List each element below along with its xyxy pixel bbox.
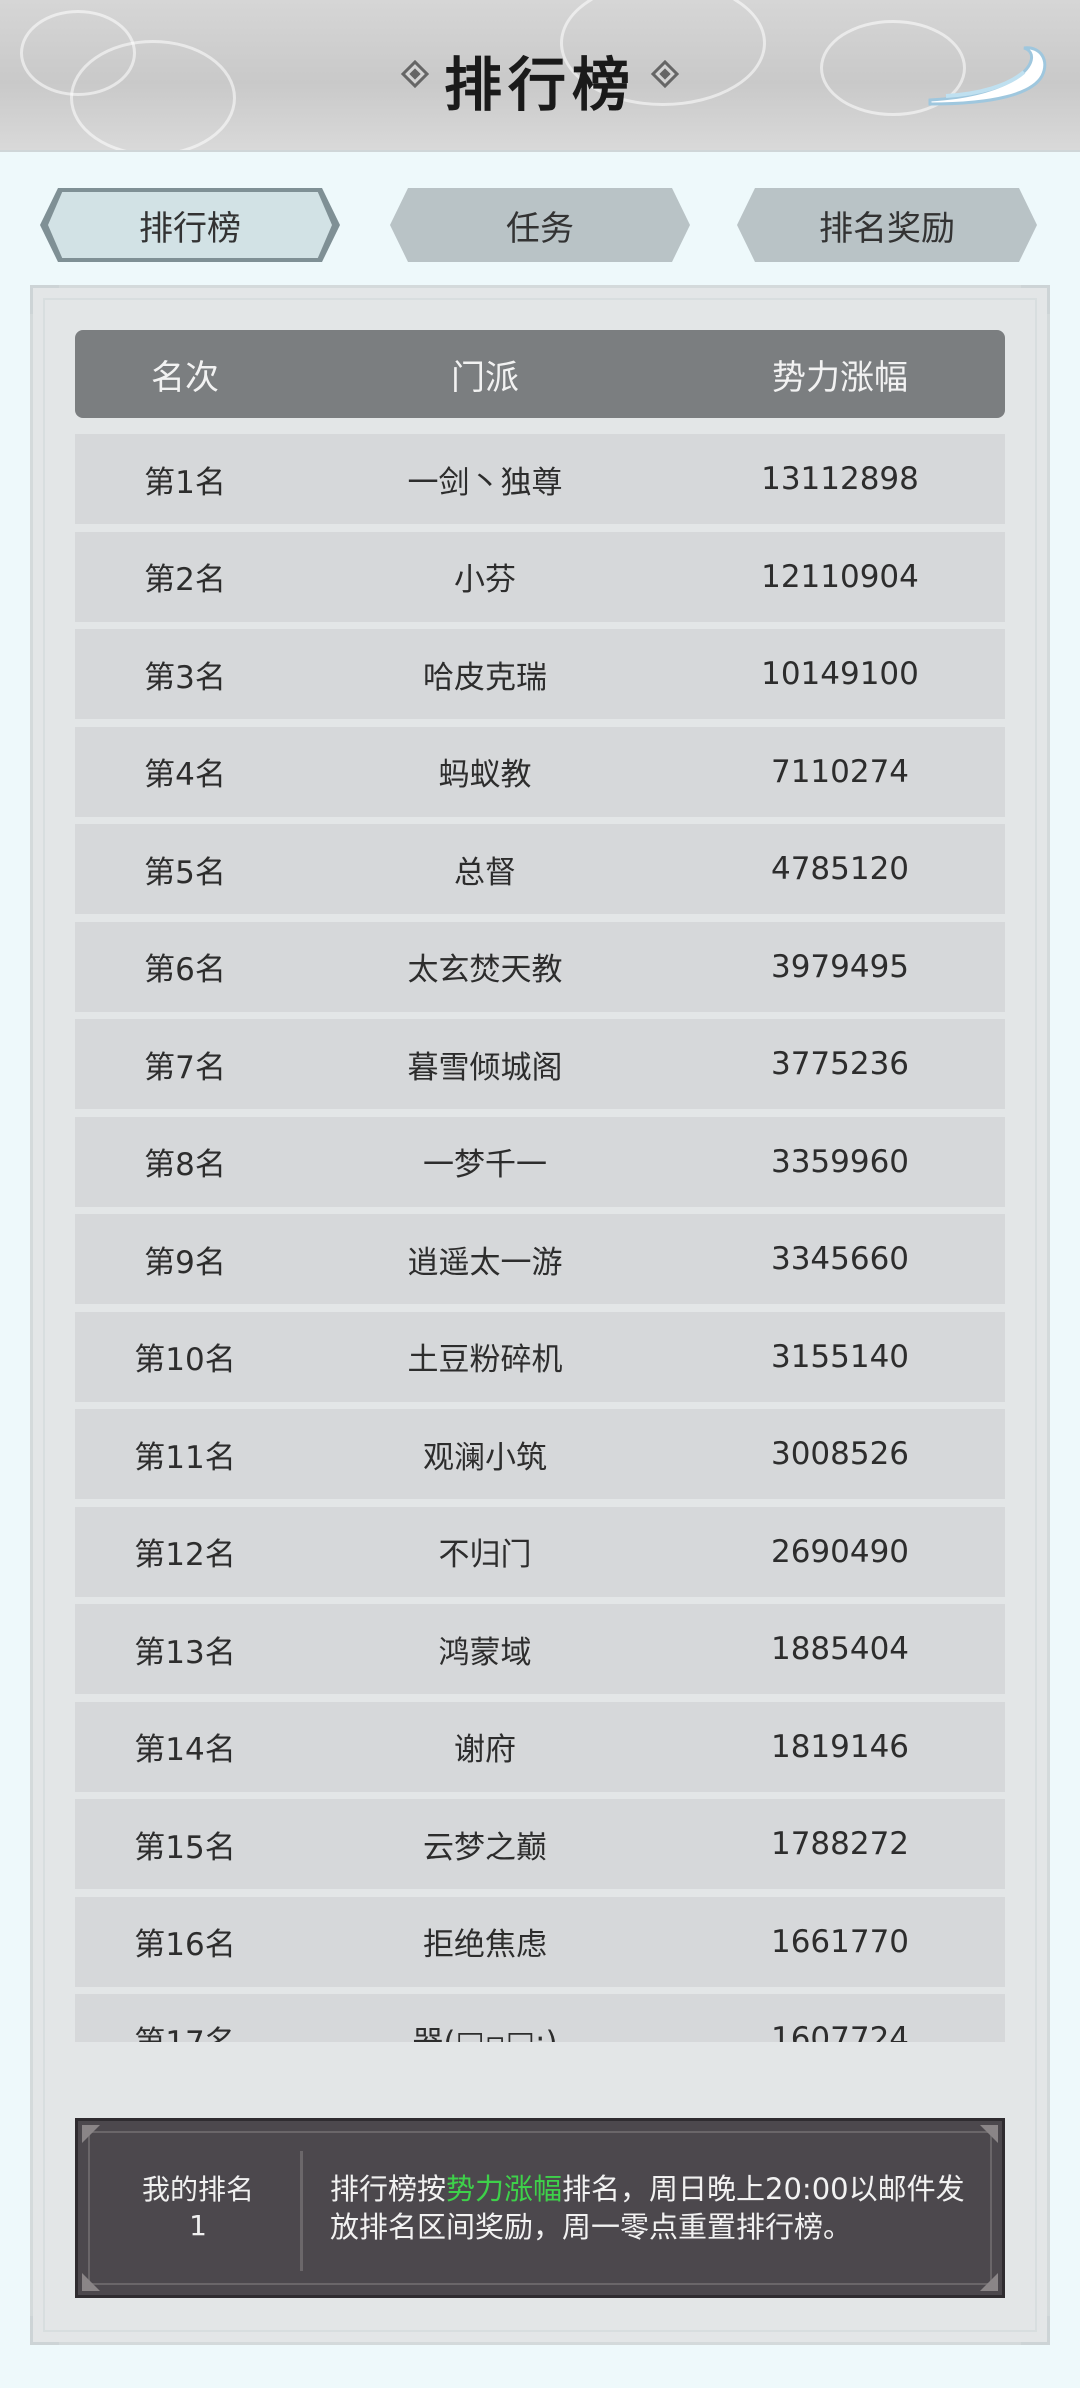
my-rank-label: 我的排名: [141, 2173, 254, 2206]
sect-cell: 蚂蚁教: [438, 757, 532, 793]
rank-cell: 第12名: [134, 1537, 236, 1573]
ranking-list[interactable]: 第1名 一剑丶独尊 13112898 第2名 小芬 12110904 第3名 哈皮克瑞 10…: [75, 434, 1005, 2042]
panel-corner-ornament: [30, 285, 59, 314]
table-row: 第14名 谢府 1819146: [75, 1701, 1005, 1792]
panel-corner-ornament: [1021, 2316, 1050, 2345]
table-row: 第17名器(□▫□;) 1607724: [75, 1994, 1005, 2042]
table-row: 第16名 拒绝焦虑 1661770: [75, 1896, 1005, 1987]
power-gain-cell: 3775236: [770, 1046, 910, 1082]
sect-cell: 土豆粉碎机: [407, 1342, 563, 1378]
rule-prefix: 排行榜按: [330, 2172, 447, 2206]
tab-label: 任务: [506, 208, 574, 249]
divider: [300, 2151, 303, 2271]
rank-cell: 第6名: [144, 952, 226, 988]
power-gain-cell: 3008526: [770, 1436, 910, 1472]
cloud-swirl-back-icon: [928, 46, 1047, 106]
rank-cell: 第3名: [144, 659, 226, 696]
power-gain-cell: 1607724: [770, 2021, 910, 2042]
table-row: 第13名 鸿蒙域 1885404: [75, 1604, 1005, 1694]
rank-cell: 第5名: [144, 854, 226, 891]
power-gain-cell: 1788272: [770, 1826, 910, 1862]
rank-cell: 第7名: [144, 1049, 226, 1086]
table-row: 第11名 观澜小筑 3008526: [75, 1409, 1005, 1499]
rule-highlight: 势力涨幅: [446, 2172, 563, 2206]
tab-leaderboard[interactable]: 排行榜: [40, 188, 340, 262]
table-header: 名次 门派 势力涨幅: [75, 330, 1005, 418]
sect-cell: 拒绝焦虑: [423, 1927, 547, 1963]
rank-cell: 第13名: [134, 1634, 236, 1671]
power-gain-cell: 1885404: [770, 1631, 910, 1667]
tab-tasks[interactable]: 任务: [390, 188, 690, 262]
my-rank-value: 1: [189, 2209, 207, 2242]
sect-cell: 谢府: [454, 1732, 516, 1768]
table-row: 第1名 一剑丶独尊 13112898: [75, 434, 1005, 524]
corner-ornament: [980, 2273, 998, 2291]
rank-cell: 第4名: [144, 757, 226, 793]
page-header: 排行榜: [0, 0, 1080, 152]
rank-cell: 第9名: [144, 1244, 226, 1281]
sect-cell: 观澜小筑: [423, 1439, 547, 1476]
table-row: 第8名 一梦千一 3359960: [75, 1116, 1005, 1207]
tab-label: 排名奖励: [819, 208, 955, 249]
table-row: 第3名 哈皮克瑞 10149100: [75, 629, 1005, 719]
rank-cell: 第14名: [134, 1732, 236, 1768]
sect-cell: 逍遥太一游: [407, 1244, 563, 1281]
rank-cell: 第15名: [134, 1829, 236, 1866]
table-row: 第10名 土豆粉碎机 3155140: [75, 1311, 1005, 1402]
panel-corner-ornament: [30, 2316, 59, 2345]
table-row: 第12名 不归门 2690490: [75, 1506, 1005, 1597]
my-rank-info-box: 我的排名 1 排行榜按势力涨幅排名，周日晚上20:00以邮件发放排名区间奖励，周…: [75, 2118, 1005, 2298]
table-row: 第15名 云梦之巅 1788272: [75, 1799, 1005, 1889]
table-row: 第4名 蚂蚁教 7110274: [75, 726, 1005, 817]
sect-cell: 暮雪倾城阁: [407, 1049, 563, 1086]
header-rank: 名次: [151, 357, 219, 398]
ranking-rules-text: 排行榜按势力涨幅排名，周日晚上20:00以邮件发放排名区间奖励，周一零点重置排行…: [330, 2121, 982, 2295]
table-row: 第5名 总督 4785120: [75, 824, 1005, 914]
power-gain-cell: 3979495: [770, 948, 910, 985]
power-gain-cell: 7110274: [770, 753, 910, 790]
power-gain-cell: 10149100: [761, 656, 919, 692]
power-gain-cell: 3155140: [770, 1338, 910, 1375]
sect-cell: 鸿蒙域: [438, 1634, 532, 1671]
corner-ornament: [980, 2125, 998, 2143]
sect-cell: 总督: [454, 854, 516, 891]
rank-cell: 第1名: [144, 464, 226, 501]
sect-cell: 云梦之巅: [423, 1829, 547, 1866]
back-button[interactable]: [924, 38, 1054, 110]
tab-rank-rewards[interactable]: 排名奖励: [737, 188, 1037, 262]
power-gain-cell: 4785120: [770, 851, 910, 887]
table-row: 第7名 暮雪倾城阁 3775236: [75, 1019, 1005, 1109]
table-row: 第6名 太玄焚天教 3979495: [75, 921, 1005, 1012]
sect-cell: 哈皮克瑞: [423, 659, 547, 696]
power-gain-cell: 1661770: [770, 1923, 910, 1960]
header-power-gain: 势力涨幅: [772, 357, 908, 398]
rank-cell: 第17名: [75, 1994, 295, 2043]
sect-cell: 器(□▫□;): [295, 1994, 675, 2043]
sect-cell: 一剑丶独尊: [407, 464, 563, 501]
sect-cell: 小芬: [454, 562, 516, 598]
tab-label: 排行榜: [139, 208, 241, 249]
table-row: 第9名 逍遥太一游 3345660: [75, 1214, 1005, 1304]
power-gain-cell: 3359960: [770, 1143, 910, 1180]
rank-cell: 第8名: [144, 1147, 226, 1183]
table-row: 第2名 小芬 12110904: [75, 531, 1005, 622]
rank-cell: 第16名: [134, 1927, 236, 1963]
power-gain-cell: 12110904: [761, 558, 919, 595]
my-rank: 我的排名 1: [98, 2121, 298, 2295]
sect-cell: 一梦千一: [423, 1147, 547, 1183]
power-gain-cell: 3345660: [770, 1241, 910, 1277]
sect-cell: 不归门: [438, 1537, 532, 1573]
sect-cell: 太玄焚天教: [407, 952, 563, 988]
power-gain-cell: 2690490: [770, 1533, 910, 1570]
power-gain-cell: 1819146: [770, 1728, 910, 1765]
rank-cell: 第10名: [134, 1342, 236, 1378]
power-gain-cell: 13112898: [761, 461, 919, 497]
rank-cell: 第2名: [144, 562, 226, 598]
rank-cell: 第11名: [134, 1439, 236, 1476]
header-sect: 门派: [451, 357, 519, 398]
panel-corner-ornament: [1021, 285, 1050, 314]
page-title: 排行榜: [443, 51, 636, 119]
